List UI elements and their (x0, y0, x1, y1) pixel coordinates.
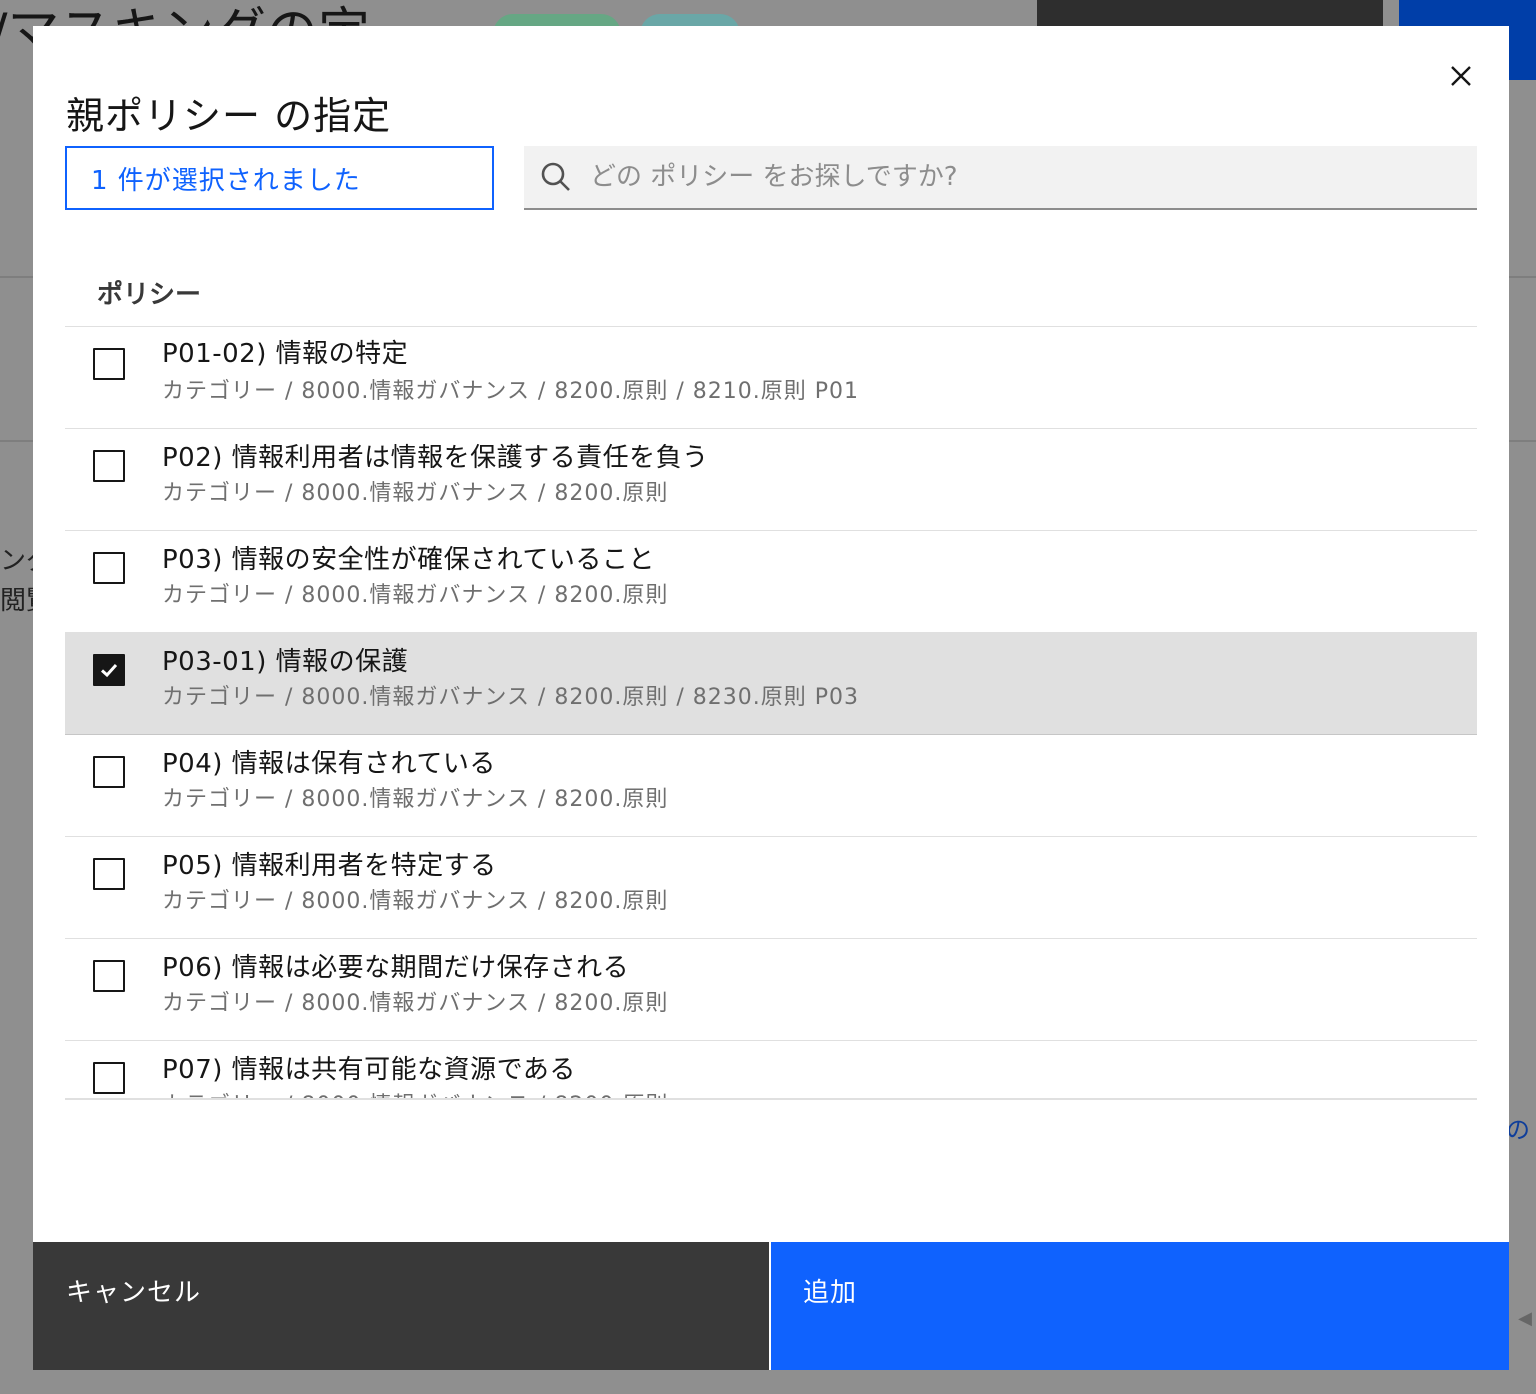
checkmark-icon (100, 663, 118, 678)
close-icon (1451, 66, 1471, 86)
policy-title: P03) 情報の安全性が確保されていること (162, 545, 655, 575)
checkbox[interactable] (93, 1062, 125, 1094)
policy-path: カテゴリー / 8000.情報ガバナンス / 8200.原則 (162, 991, 669, 1016)
checkbox[interactable] (93, 960, 125, 992)
checkbox[interactable] (93, 348, 125, 380)
policy-row[interactable]: P07) 情報は共有可能な資源である カテゴリー / 8000.情報ガバナンス … (65, 1041, 1477, 1099)
background-arrow-icon: ◀ (1518, 1308, 1532, 1329)
policy-path: カテゴリー / 8000.情報ガバナンス / 8200.原則 (162, 481, 669, 506)
policy-title: P06) 情報は必要な期間だけ保存される (162, 953, 630, 983)
search-icon (540, 160, 574, 194)
policy-title: P04) 情報は保有されている (162, 749, 496, 779)
policy-title: P02) 情報利用者は情報を保護する責任を負う (162, 443, 709, 473)
list-header: ポリシー (97, 280, 202, 310)
policy-row[interactable]: P02) 情報利用者は情報を保護する責任を負う カテゴリー / 8000.情報ガ… (65, 429, 1477, 531)
divider (65, 1098, 1477, 1100)
policy-title: P05) 情報利用者を特定する (162, 851, 497, 881)
checkbox[interactable] (93, 552, 125, 584)
checkbox[interactable] (93, 756, 125, 788)
policy-title: P03-01) 情報の保護 (162, 647, 409, 677)
close-button[interactable] (1441, 56, 1481, 96)
policy-row[interactable]: P01-02) 情報の特定 カテゴリー / 8000.情報ガバナンス / 820… (65, 327, 1477, 429)
policy-row-selected[interactable]: P03-01) 情報の保護 カテゴリー / 8000.情報ガバナンス / 820… (65, 633, 1477, 735)
selected-count-text: 1 件が選択されました (91, 165, 361, 196)
selected-count-tag[interactable]: 1 件が選択されました (65, 146, 494, 210)
policy-path: カテゴリー / 8000.情報ガバナンス / 8200.原則 (162, 787, 669, 812)
policy-path: カテゴリー / 8000.情報ガバナンス / 8200.原則 (162, 889, 669, 914)
checkbox[interactable] (93, 450, 125, 482)
background-secondary-button (1037, 0, 1383, 26)
background-link: の (1506, 1116, 1530, 1144)
policy-row[interactable]: P03) 情報の安全性が確保されていること カテゴリー / 8000.情報ガバナ… (65, 531, 1477, 633)
checkbox[interactable] (93, 858, 125, 890)
policy-row[interactable]: P05) 情報利用者を特定する カテゴリー / 8000.情報ガバナンス / 8… (65, 837, 1477, 939)
policy-path: カテゴリー / 8000.情報ガバナンス / 8200.原則 / 8230.原則… (162, 685, 859, 710)
checkbox-checked[interactable] (93, 654, 125, 686)
search-field[interactable] (524, 145, 1477, 210)
policy-row[interactable]: P06) 情報は必要な期間だけ保存される カテゴリー / 8000.情報ガバナン… (65, 939, 1477, 1041)
search-input[interactable] (588, 145, 1477, 209)
policy-path: カテゴリー / 8000.情報ガバナンス / 8200.原則 / 8210.原則… (162, 379, 859, 404)
policy-path: カテゴリー / 8000.情報ガバナンス / 8200.原則 (162, 583, 669, 608)
add-button-label: 追加 (803, 1278, 858, 1308)
policy-title: P01-02) 情報の特定 (162, 339, 409, 369)
parent-policy-modal: 親ポリシー の指定 1 件が選択されました ポリシー P01-02) 情報の特定… (33, 26, 1509, 1370)
policy-list[interactable]: P01-02) 情報の特定 カテゴリー / 8000.情報ガバナンス / 820… (65, 327, 1477, 1099)
add-button[interactable]: 追加 (771, 1242, 1509, 1370)
modal-title: 親ポリシー の指定 (66, 94, 392, 139)
policy-title: P07) 情報は共有可能な資源である (162, 1055, 576, 1085)
cancel-button-label: キャンセル (66, 1278, 202, 1308)
policy-row[interactable]: P04) 情報は保有されている カテゴリー / 8000.情報ガバナンス / 8… (65, 735, 1477, 837)
cancel-button[interactable]: キャンセル (33, 1242, 769, 1370)
